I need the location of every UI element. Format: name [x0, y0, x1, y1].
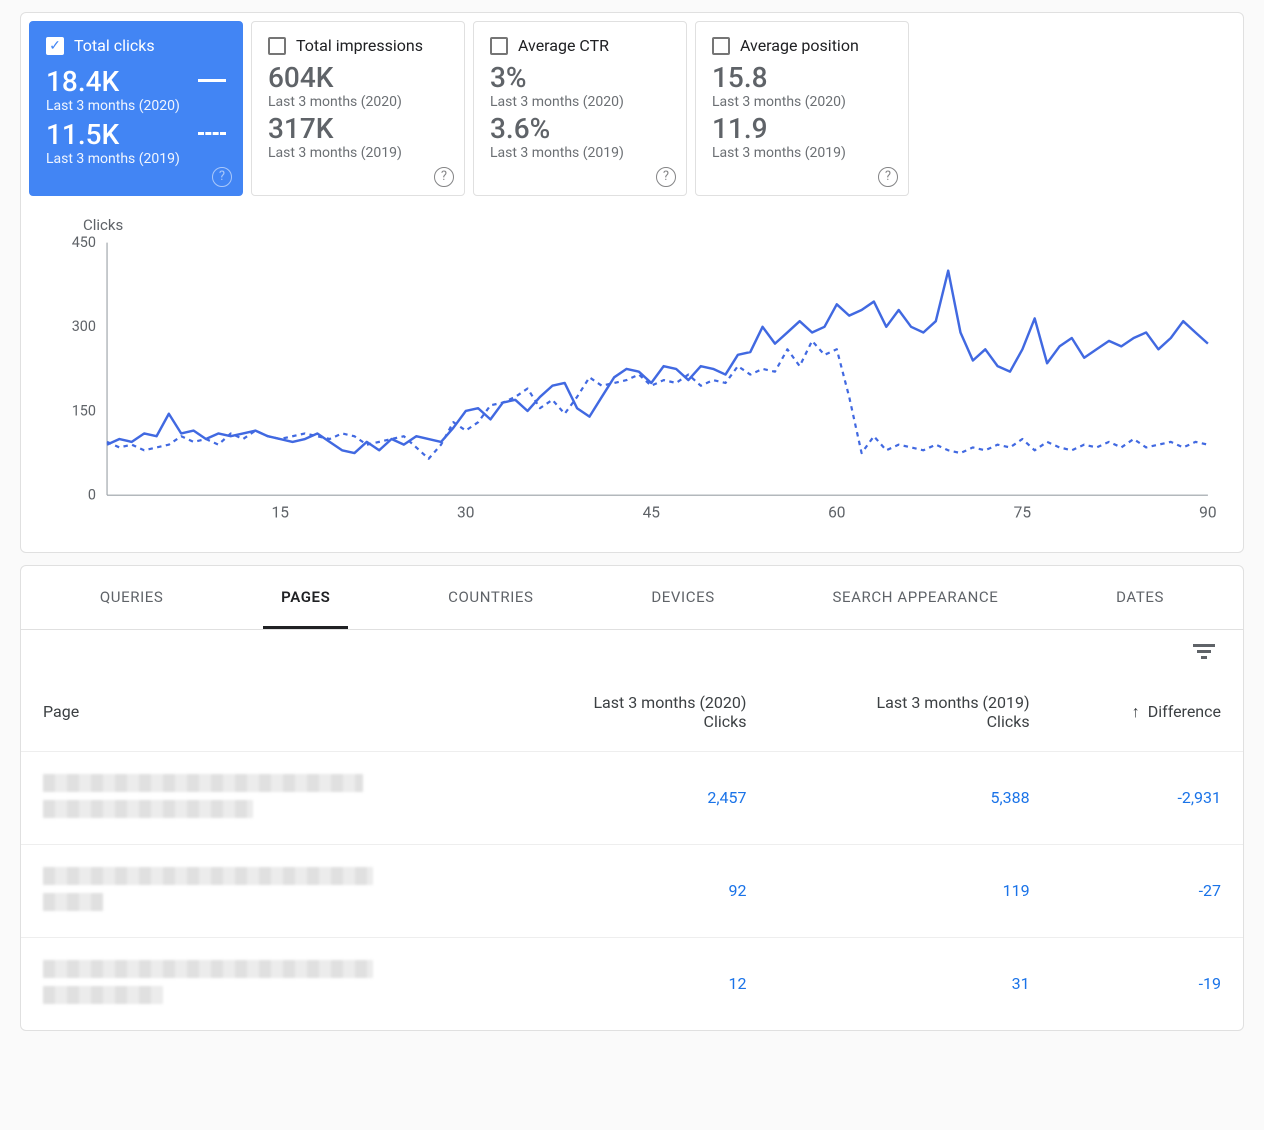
cell-clicks-a: 2,457: [485, 751, 768, 844]
metric-card-total-clicks[interactable]: ✓ Total clicks 18.4K Last 3 months (2020…: [29, 21, 243, 196]
col-page[interactable]: Page: [21, 665, 485, 752]
cell-difference: -19: [1052, 937, 1243, 1030]
help-icon[interactable]: ?: [212, 167, 232, 187]
table-row[interactable]: 92 119 -27: [21, 844, 1243, 937]
tab-queries[interactable]: QUERIES: [82, 566, 182, 629]
svg-text:150: 150: [72, 402, 96, 419]
metric-value-b: 11.5K: [46, 120, 119, 151]
metric-value-b: 317K: [268, 114, 448, 145]
clicks-chart: 0 150 300 450 15 30 45 60 75 90: [45, 236, 1219, 524]
series-swatch-solid-icon: [198, 79, 226, 82]
col-period-a-line1: Last 3 months (2020): [507, 693, 746, 712]
table-row[interactable]: 2,457 5,388 -2,931: [21, 751, 1243, 844]
table-header-row: Page Last 3 months (2020) Clicks Last 3 …: [21, 665, 1243, 752]
cell-difference: -2,931: [1052, 751, 1243, 844]
table-row[interactable]: 12 31 -19: [21, 937, 1243, 1030]
col-period-a-line2: Clicks: [507, 712, 746, 731]
metric-value-b: 3.6%: [490, 114, 670, 145]
metric-value-a: 604K: [268, 63, 448, 94]
metric-value-a: 18.4K: [46, 67, 119, 98]
cell-clicks-a: 92: [485, 844, 768, 937]
col-difference-label: Difference: [1148, 702, 1221, 721]
cell-page: [21, 937, 485, 1030]
cell-clicks-b: 5,388: [768, 751, 1051, 844]
metric-period-a: Last 3 months (2020): [268, 94, 448, 110]
cell-difference: -27: [1052, 844, 1243, 937]
metric-period-a: Last 3 months (2020): [712, 94, 892, 110]
metric-title: Total clicks: [74, 36, 155, 55]
metric-period-a: Last 3 months (2020): [46, 98, 226, 114]
tab-pages[interactable]: PAGES: [263, 566, 348, 629]
metric-period-b: Last 3 months (2019): [46, 151, 226, 167]
col-difference[interactable]: ↑ Difference: [1052, 665, 1243, 752]
svg-text:450: 450: [72, 236, 96, 251]
checkbox-icon: [712, 37, 730, 55]
svg-text:15: 15: [271, 503, 289, 521]
tab-dates[interactable]: DATES: [1098, 566, 1182, 629]
chart-area: Clicks 0 150 300 450 15 30 45 60 75 90: [21, 200, 1243, 552]
metric-cards-row: ✓ Total clicks 18.4K Last 3 months (2020…: [21, 13, 1243, 200]
checkbox-icon: [268, 37, 286, 55]
tab-devices[interactable]: DEVICES: [633, 566, 732, 629]
filter-icon[interactable]: [1193, 644, 1215, 659]
svg-text:30: 30: [457, 503, 474, 521]
tab-countries[interactable]: COUNTRIES: [430, 566, 551, 629]
svg-text:60: 60: [828, 503, 845, 521]
svg-text:0: 0: [88, 486, 96, 503]
checkbox-icon: [490, 37, 508, 55]
col-period-b-line1: Last 3 months (2019): [790, 693, 1029, 712]
checkbox-icon: ✓: [46, 37, 64, 55]
cell-clicks-a: 12: [485, 937, 768, 1030]
cell-clicks-b: 31: [768, 937, 1051, 1030]
metric-value-a: 15.8: [712, 63, 892, 94]
sort-arrow-icon: ↑: [1132, 702, 1140, 721]
chart-title: Clicks: [83, 216, 1219, 234]
col-period-a[interactable]: Last 3 months (2020) Clicks: [485, 665, 768, 752]
metric-period-b: Last 3 months (2019): [268, 145, 448, 161]
series-swatch-dashed-icon: [198, 132, 226, 135]
col-period-b[interactable]: Last 3 months (2019) Clicks: [768, 665, 1051, 752]
performance-panel: ✓ Total clicks 18.4K Last 3 months (2020…: [20, 12, 1244, 553]
dimension-tabs: QUERIES PAGES COUNTRIES DEVICES SEARCH A…: [21, 566, 1243, 630]
svg-text:90: 90: [1199, 503, 1216, 521]
metric-value-a: 3%: [490, 63, 670, 94]
col-period-b-line2: Clicks: [790, 712, 1029, 731]
metric-card-average-ctr[interactable]: Average CTR 3% Last 3 months (2020) 3.6%…: [473, 21, 687, 196]
help-icon[interactable]: ?: [878, 167, 898, 187]
svg-text:75: 75: [1014, 503, 1032, 521]
svg-text:300: 300: [72, 318, 96, 335]
metric-card-total-impressions[interactable]: Total impressions 604K Last 3 months (20…: [251, 21, 465, 196]
svg-text:45: 45: [643, 503, 661, 521]
help-icon[interactable]: ?: [656, 167, 676, 187]
metric-period-b: Last 3 months (2019): [712, 145, 892, 161]
metric-card-average-position[interactable]: Average position 15.8 Last 3 months (202…: [695, 21, 909, 196]
metric-title: Average CTR: [518, 36, 609, 55]
cell-page: [21, 844, 485, 937]
pages-table: Page Last 3 months (2020) Clicks Last 3 …: [21, 665, 1243, 1030]
metric-period-a: Last 3 months (2020): [490, 94, 670, 110]
metric-value-b: 11.9: [712, 114, 892, 145]
help-icon[interactable]: ?: [434, 167, 454, 187]
metric-period-b: Last 3 months (2019): [490, 145, 670, 161]
tab-search-appearance[interactable]: SEARCH APPEARANCE: [814, 566, 1016, 629]
cell-page: [21, 751, 485, 844]
metric-title: Average position: [740, 36, 859, 55]
metric-title: Total impressions: [296, 36, 423, 55]
cell-clicks-b: 119: [768, 844, 1051, 937]
dimension-panel: QUERIES PAGES COUNTRIES DEVICES SEARCH A…: [20, 565, 1244, 1031]
